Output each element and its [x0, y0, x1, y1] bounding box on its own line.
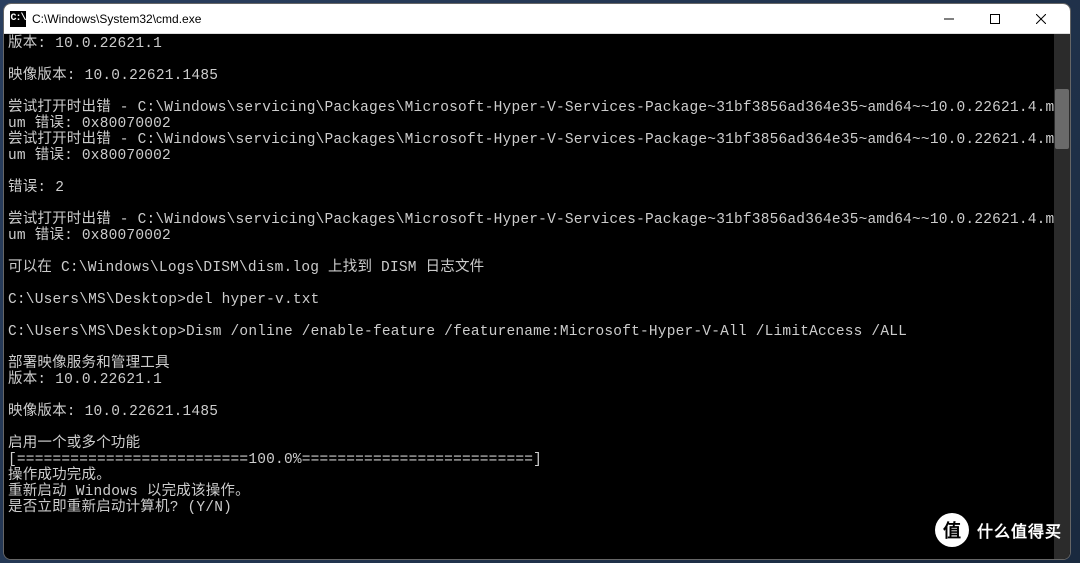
- watermark-text: 什么值得买: [977, 518, 1062, 542]
- minimize-button[interactable]: [926, 4, 972, 33]
- cmd-window: C:\ C:\Windows\System32\cmd.exe 版本: 10.0…: [3, 3, 1071, 560]
- console-output[interactable]: 版本: 10.0.22621.1 映像版本: 10.0.22621.1485 尝…: [4, 34, 1070, 559]
- close-button[interactable]: [1018, 4, 1064, 33]
- watermark: 值 什么值得买: [935, 513, 1062, 547]
- scrollbar-track[interactable]: [1054, 34, 1070, 559]
- cmd-icon: C:\: [10, 11, 26, 27]
- titlebar[interactable]: C:\ C:\Windows\System32\cmd.exe: [4, 4, 1070, 34]
- scrollbar-thumb[interactable]: [1055, 89, 1069, 149]
- window-controls: [926, 4, 1064, 33]
- window-title: C:\Windows\System32\cmd.exe: [32, 12, 926, 26]
- maximize-button[interactable]: [972, 4, 1018, 33]
- watermark-badge-icon: 值: [935, 513, 969, 547]
